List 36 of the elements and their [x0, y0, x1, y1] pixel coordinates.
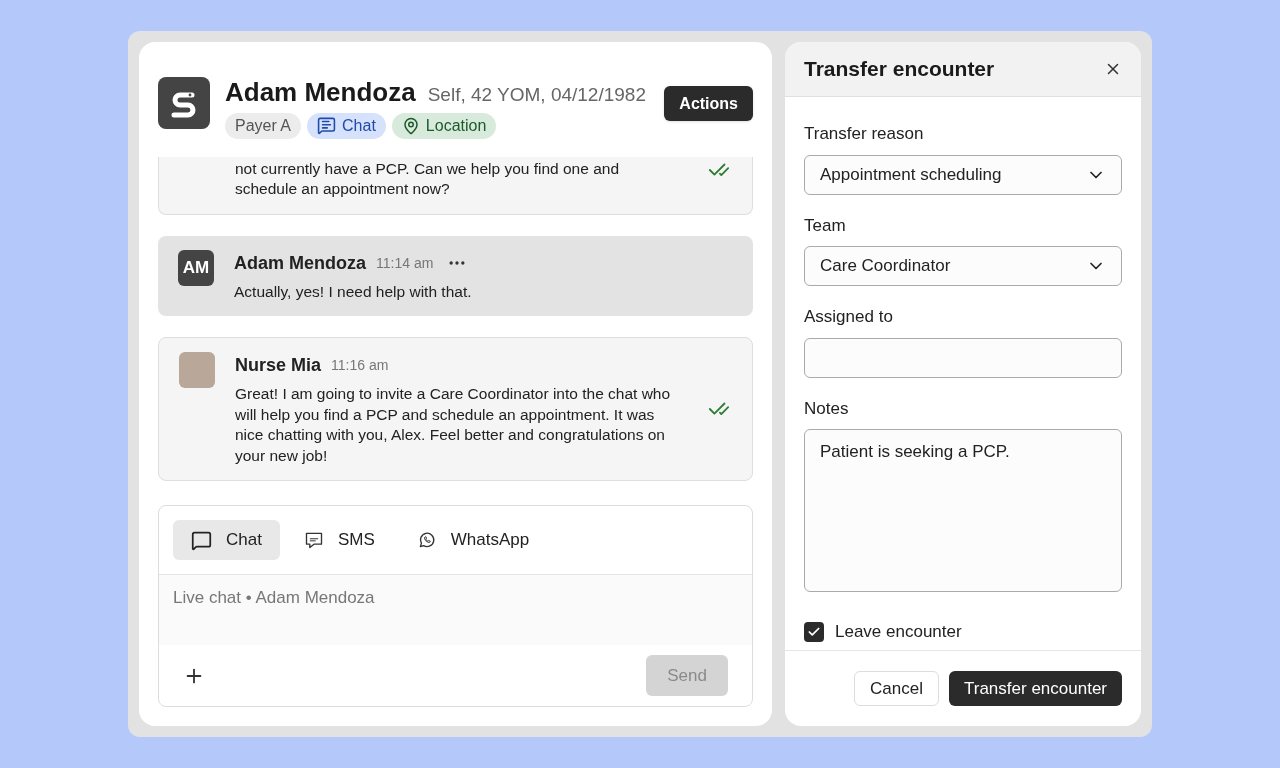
- select-field[interactable]: Appointment scheduling: [804, 154, 1122, 195]
- tag: Payer A: [225, 112, 302, 139]
- message-text: Actually, yes! I need help with that.: [234, 281, 473, 302]
- location-pin-icon: [401, 116, 420, 135]
- checkbox[interactable]: [804, 621, 824, 642]
- sms-icon: [303, 530, 324, 550]
- channel-tab[interactable]: Chat: [173, 520, 280, 560]
- select-field[interactable]: Care Coordinator: [804, 246, 1122, 286]
- field-label: Team: [804, 214, 847, 237]
- panel-title: Transfer encounter: [804, 56, 995, 83]
- message-time: 11:16 am: [331, 356, 389, 375]
- notes-field[interactable]: Patient is seeking a PCP.: [804, 429, 1122, 592]
- app-logo-icon: [158, 77, 210, 129]
- tag: Location: [391, 112, 497, 139]
- patient-name: Adam Mendoza: [225, 77, 416, 107]
- channel-tab[interactable]: SMS: [285, 520, 393, 560]
- channel-tab[interactable]: WhatsApp: [398, 520, 548, 560]
- cancel-button[interactable]: Cancel: [854, 671, 939, 706]
- sender-name: Nurse Mia: [235, 354, 322, 377]
- sender-name: Adam Mendoza: [234, 251, 366, 275]
- message-time: 11:14 am: [376, 253, 434, 273]
- field-label: Notes: [804, 397, 850, 420]
- chat-icon: [317, 116, 337, 135]
- input-field[interactable]: [804, 337, 1122, 378]
- field-label: Transfer reason: [804, 123, 925, 145]
- chat-icon: [191, 529, 212, 551]
- message-input[interactable]: Live chat • Adam Mendoza: [159, 575, 752, 645]
- checkbox-label: Leave encounter: [835, 621, 962, 643]
- patient-details: Self, 42 YOM, 04/12/1982: [427, 83, 646, 107]
- tag: Chat: [307, 112, 386, 139]
- message-text: Great! I am going to invite a Care Coordinator into the chat who will help you find a PCP and schedule an appointment. It was nice chatting with you, Alex. Feel better and congratulations on your new job!: [235, 384, 672, 466]
- avatar-initials: AM: [178, 249, 214, 286]
- transfer-button[interactable]: Transfer encounter: [949, 671, 1122, 706]
- field-label: Assigned to: [804, 306, 894, 328]
- message-text: not currently have a PCP. Can we help you find one and schedule an appointment now?: [235, 158, 621, 199]
- actions-button[interactable]: Actions: [664, 86, 753, 121]
